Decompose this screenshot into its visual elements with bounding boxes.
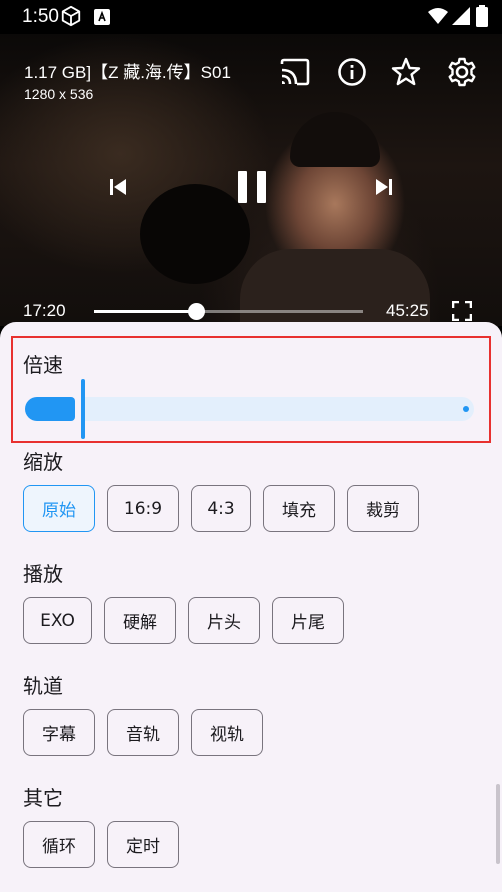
current-time: 17:20	[23, 301, 66, 320]
wifi-icon	[428, 8, 448, 24]
playback-intro-button[interactable]: 片头	[188, 597, 260, 644]
battery-icon	[476, 5, 488, 27]
speed-slider-active	[25, 397, 76, 421]
cube-icon	[61, 5, 81, 27]
pause-icon[interactable]	[236, 169, 268, 205]
cast-icon[interactable]	[279, 56, 311, 88]
total-time: 45:25	[386, 301, 429, 320]
zoom-original-button[interactable]: 原始	[23, 485, 95, 532]
zoom-crop-button[interactable]: 裁剪	[347, 485, 419, 532]
other-options: 循环 定时	[23, 821, 179, 868]
status-time: 1:50	[22, 6, 59, 27]
timer-button[interactable]: 定时	[107, 821, 179, 868]
zoom-label: 缩放	[23, 450, 63, 474]
video-frame-figure	[140, 184, 250, 284]
speed-slider-handle[interactable]	[81, 379, 86, 439]
seek-bar[interactable]	[94, 303, 363, 320]
zoom-options: 原始 16:9 4:3 填充 裁剪	[23, 485, 419, 532]
skip-previous-icon[interactable]	[108, 177, 128, 197]
fullscreen-icon[interactable]	[452, 301, 472, 321]
video-title: 1.17 GB]【Z 藏.海.传】S01	[24, 63, 231, 82]
skip-next-icon[interactable]	[374, 177, 394, 197]
zoom-16-9-button[interactable]: 16:9	[107, 485, 179, 532]
track-options: 字幕 音轨 视轨	[23, 709, 263, 756]
zoom-4-3-button[interactable]: 4:3	[191, 485, 251, 532]
other-label: 其它	[23, 786, 63, 810]
star-icon[interactable]	[390, 56, 422, 88]
a-badge-icon	[94, 9, 110, 25]
video-player[interactable]: 1.17 GB]【Z 藏.海.传】S01 1280 x 536 17:20 45…	[0, 34, 502, 326]
sheet-scrollbar[interactable]	[496, 784, 500, 864]
playback-outro-button[interactable]: 片尾	[272, 597, 344, 644]
playback-label: 播放	[23, 562, 63, 586]
loop-button[interactable]: 循环	[23, 821, 95, 868]
playback-exo-button[interactable]: EXO	[23, 597, 92, 644]
video-track-button[interactable]: 视轨	[191, 709, 263, 756]
seek-bar-thumb[interactable]	[188, 303, 206, 320]
seek-bar-progress	[94, 310, 197, 313]
playback-hw-decode-button[interactable]: 硬解	[104, 597, 176, 644]
status-bar: 1:50	[0, 0, 502, 34]
settings-sheet: 倍速 缩放 原始 16:9 4:3 填充 裁剪 播放 EXO 硬解 片头 片尾 …	[0, 322, 502, 892]
speed-label: 倍速	[23, 353, 63, 377]
audio-track-button[interactable]: 音轨	[107, 709, 179, 756]
signal-icon	[452, 7, 470, 25]
zoom-fill-button[interactable]: 填充	[263, 485, 335, 532]
playback-options: EXO 硬解 片头 片尾	[23, 597, 344, 644]
speed-slider-end-dot	[463, 406, 469, 412]
video-resolution: 1280 x 536	[24, 86, 94, 102]
speed-slider-track[interactable]	[81, 397, 474, 421]
info-icon[interactable]	[336, 56, 368, 88]
video-frame-hat	[290, 112, 380, 167]
tracks-label: 轨道	[23, 674, 63, 698]
gear-icon[interactable]	[446, 56, 478, 88]
subtitle-track-button[interactable]: 字幕	[23, 709, 95, 756]
